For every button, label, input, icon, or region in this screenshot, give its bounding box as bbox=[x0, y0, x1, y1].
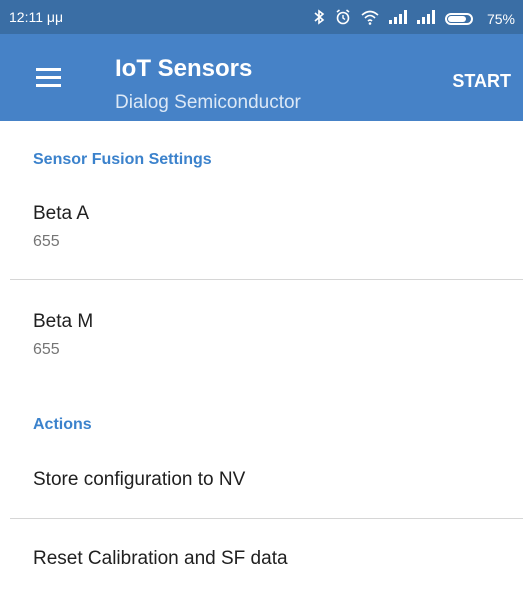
signal-icon bbox=[416, 10, 435, 27]
app-bar: IoT Sensors Dialog Semiconductor START bbox=[0, 34, 523, 121]
beta-m-title: Beta M bbox=[33, 311, 94, 332]
bluetooth-icon bbox=[313, 9, 325, 28]
divider bbox=[10, 518, 523, 519]
app-subtitle: Dialog Semiconductor bbox=[115, 92, 301, 113]
start-button[interactable]: START bbox=[452, 71, 511, 92]
beta-a-preference[interactable]: Beta A 655 bbox=[33, 203, 89, 251]
status-time: 12:11 μμ bbox=[9, 9, 64, 25]
hamburger-menu-icon[interactable] bbox=[36, 68, 61, 88]
wifi-icon bbox=[361, 10, 379, 28]
status-bar: 12:11 μμ 75% bbox=[0, 0, 523, 34]
store-config-item[interactable]: Store configuration to NV bbox=[33, 469, 245, 491]
beta-a-value: 655 bbox=[33, 233, 60, 250]
beta-a-title: Beta A bbox=[33, 203, 89, 224]
divider bbox=[10, 279, 523, 280]
section-header-sensor-fusion: Sensor Fusion Settings bbox=[33, 151, 212, 168]
section-header-actions: Actions bbox=[33, 416, 92, 433]
alarm-icon bbox=[335, 9, 351, 28]
signal-icon bbox=[388, 10, 407, 27]
battery-percent: 75% bbox=[486, 10, 515, 27]
battery-icon bbox=[444, 12, 473, 25]
beta-m-value: 655 bbox=[33, 341, 60, 358]
beta-m-preference[interactable]: Beta M 655 bbox=[33, 311, 93, 359]
app-title: IoT Sensors bbox=[115, 55, 253, 82]
reset-calibration-item[interactable]: Reset Calibration and SF data bbox=[33, 548, 288, 570]
status-icons: 75% bbox=[313, 9, 515, 28]
